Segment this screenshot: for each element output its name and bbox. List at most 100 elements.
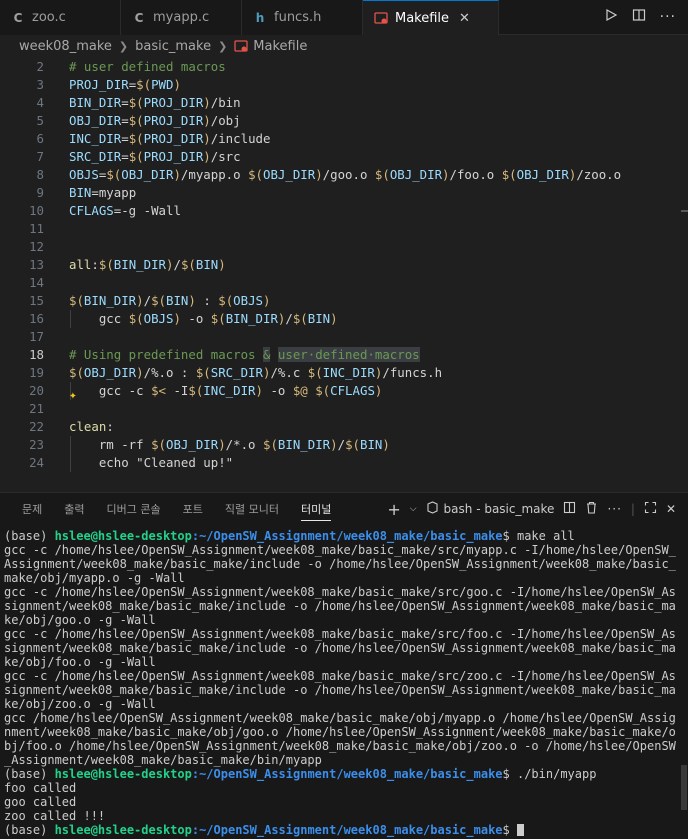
code-line: 9 BIN=myapp <box>0 184 688 202</box>
code-text: all:$(BIN_DIR)/$(BIN) <box>69 257 226 272</box>
line-number: 20 <box>29 383 44 398</box>
line-number: 6 <box>36 131 44 146</box>
prompt-env: (base) <box>4 823 55 837</box>
tab-myapp-c[interactable]: Cmyapp.c <box>121 0 242 35</box>
code-line: 10 CFLAGS=-g -Wall <box>0 202 688 220</box>
prompt-command: $ <box>502 823 517 837</box>
terminal-output-line: gcc /home/hslee/OpenSW_Assignment/week08… <box>4 711 676 725</box>
code-text: # Using predefined macros & user·defined… <box>69 347 420 362</box>
panel-actions: + ⌵ bash - basic_make ··· | ✕ <box>387 500 688 519</box>
tab-makefile[interactable]: Makefile ✕ <box>363 0 499 35</box>
more-icon[interactable]: ··· <box>660 9 676 25</box>
terminal-output-line: Assignment/week08_make/basic_make/includ… <box>4 557 676 571</box>
terminal-output-line: foo called <box>4 781 77 795</box>
terminal-scrollbar[interactable] <box>681 765 687 810</box>
chevron-down-icon[interactable]: ⌵ <box>410 504 417 514</box>
makefile-icon <box>373 10 389 26</box>
prompt-command: $ ./bin/myapp <box>502 767 597 781</box>
trash-icon[interactable] <box>585 501 598 517</box>
line-number: 24 <box>29 455 44 470</box>
code-text: echo "Cleaned up!" <box>69 455 234 470</box>
tab-zoo-c[interactable]: Czoo.c <box>0 0 121 35</box>
terminal-cursor <box>516 824 524 836</box>
line-number: 9 <box>36 185 44 200</box>
run-icon[interactable] <box>604 8 618 26</box>
terminal-prompt-line: (base) hslee@hslee-desktop:~/OpenSW_Assi… <box>4 529 680 543</box>
code-line: 23 rm -rf $(OBJ_DIR)/*.o $(BIN_DIR)/$(BI… <box>0 436 688 454</box>
breadcrumb-item-file[interactable]: Makefile <box>253 39 307 54</box>
code-text: SRC_DIR=$(PROJ_DIR)/src <box>69 149 241 164</box>
chevron-right-icon: ❯ <box>118 39 129 53</box>
split-terminal-icon[interactable] <box>563 501 576 517</box>
code-text: PROJ_DIR=$(PWD) <box>69 77 181 92</box>
line-number: 18 <box>29 347 44 362</box>
panel-tab[interactable]: 디버그 콘솔 <box>107 493 161 525</box>
code-line: 18 # Using predefined macros & user·defin… <box>0 346 688 364</box>
terminal-output-line: signment/week08_make/basic_make/include … <box>4 599 676 613</box>
close-icon[interactable]: ✕ <box>459 11 470 26</box>
terminal-prompt-line: (base) hslee@hslee-desktop:~/OpenSW_Assi… <box>4 767 680 781</box>
prompt-path: :~/OpenSW_Assignment/week08_make/basic_m… <box>191 823 503 837</box>
code-line: 21 <box>0 400 688 418</box>
breadcrumb-item-folder[interactable]: week08_make <box>19 39 112 54</box>
panel-tab[interactable]: 출력 <box>64 493 84 525</box>
line-number: 23 <box>29 437 44 452</box>
bottom-panel: 문제 출력 디버그 콘솔 포트 직렬 모니터 터미널 + ⌵ bash - basic_m… <box>0 492 688 839</box>
split-editor-icon[interactable] <box>632 8 646 26</box>
terminal-output-line: nment/week08_make/basic_make/obj/goo.o /… <box>4 725 676 739</box>
more-icon[interactable]: ··· <box>607 502 621 516</box>
tab-funcs-h[interactable]: h funcs.h <box>242 0 363 35</box>
line-number: 19 <box>29 365 44 380</box>
code-editor[interactable]: ✦ 2 # user defined macros 3 PROJ_DIR=$(PWD)… <box>0 58 688 478</box>
code-text: $(BIN_DIR)/$(BIN) : $(OBJS) <box>69 293 271 308</box>
terminal-selector[interactable]: bash - basic_make <box>426 501 555 517</box>
code-line: 4 BIN_DIR=$(PROJ_DIR)/bin <box>0 94 688 112</box>
prompt-user: hslee@hslee-desktop <box>54 529 192 543</box>
panel-tab[interactable]: 터미널 <box>300 493 332 525</box>
code-text: gcc $(OBJS) -o $(BIN_DIR)/$(BIN) <box>69 311 338 326</box>
panel-tab[interactable]: 직렬 모니터 <box>225 493 279 525</box>
code-text: $(OBJ_DIR)/%.o : $(SRC_DIR)/%.c $(INC_DI… <box>69 365 443 380</box>
prompt-user: hslee@hslee-desktop <box>54 823 192 837</box>
line-number: 15 <box>29 293 44 308</box>
code-text: OBJ_DIR=$(PROJ_DIR)/obj <box>69 113 241 128</box>
terminal-output-line: ke/obj/goo.o -g -Wall <box>4 613 156 627</box>
code-text: BIN=myapp <box>69 185 137 200</box>
code-text: rm -rf $(OBJ_DIR)/*.o $(BIN_DIR)/$(BIN) <box>69 437 390 452</box>
line-number: 13 <box>29 257 44 272</box>
terminal-output-line: make/obj/myapp.o -g -Wall <box>4 571 185 585</box>
code-line: 22 clean: <box>0 418 688 436</box>
panel-tab[interactable]: 포트 <box>183 493 203 525</box>
maximize-icon[interactable] <box>644 501 657 517</box>
code-line: 14 <box>0 274 688 292</box>
code-line: 2 # user defined macros <box>0 58 688 76</box>
terminal-prompt-line: (base) hslee@hslee-desktop:~/OpenSW_Assi… <box>4 823 680 837</box>
chevron-right-icon: ❯ <box>218 39 228 53</box>
code-line: 3 PROJ_DIR=$(PWD) <box>0 76 688 94</box>
new-terminal-icon[interactable]: + <box>387 500 400 519</box>
terminal-output-line: ke/obj/zoo.o -g -Wall <box>4 697 156 711</box>
code-line: 16 gcc $(OBJS) -o $(BIN_DIR)/$(BIN) <box>0 310 688 328</box>
code-line: 19 $(OBJ_DIR)/%.o : $(SRC_DIR)/%.c $(INC_… <box>0 364 688 382</box>
prompt-user: hslee@hslee-desktop <box>54 767 192 781</box>
terminal[interactable]: (base) hslee@hslee-desktop:~/OpenSW_Assi… <box>0 525 688 839</box>
shell-label: bash - basic_make <box>443 502 555 516</box>
panel-tab[interactable]: 문제 <box>22 493 42 525</box>
close-icon[interactable]: ✕ <box>666 502 676 516</box>
terminal-output-line: gcc -c /home/hslee/OpenSW_Assignment/wee… <box>4 627 676 641</box>
header-file-icon: h <box>255 10 265 25</box>
line-number: 3 <box>36 77 44 92</box>
code-line: 13 all:$(BIN_DIR)/$(BIN) <box>0 256 688 274</box>
prompt-path: :~/OpenSW_Assignment/week08_make/basic_m… <box>191 767 503 781</box>
code-text: BIN_DIR=$(PROJ_DIR)/bin <box>69 95 241 110</box>
terminal-output-line: gcc -c /home/hslee/OpenSW_Assignment/wee… <box>4 669 676 683</box>
terminal-output-line: goo called <box>4 795 77 809</box>
code-line: 8 OBJS=$(OBJ_DIR)/myapp.o $(OBJ_DIR)/goo.… <box>0 166 688 184</box>
tab-label: Makefile <box>395 10 450 26</box>
line-number: 2 <box>36 59 44 74</box>
tab-label: myapp.c <box>153 10 210 25</box>
code-line: 12 <box>0 238 688 256</box>
line-number: 14 <box>29 275 44 290</box>
code-line: 11 <box>0 220 688 238</box>
breadcrumb-item-subfolder[interactable]: basic_make <box>135 39 211 54</box>
